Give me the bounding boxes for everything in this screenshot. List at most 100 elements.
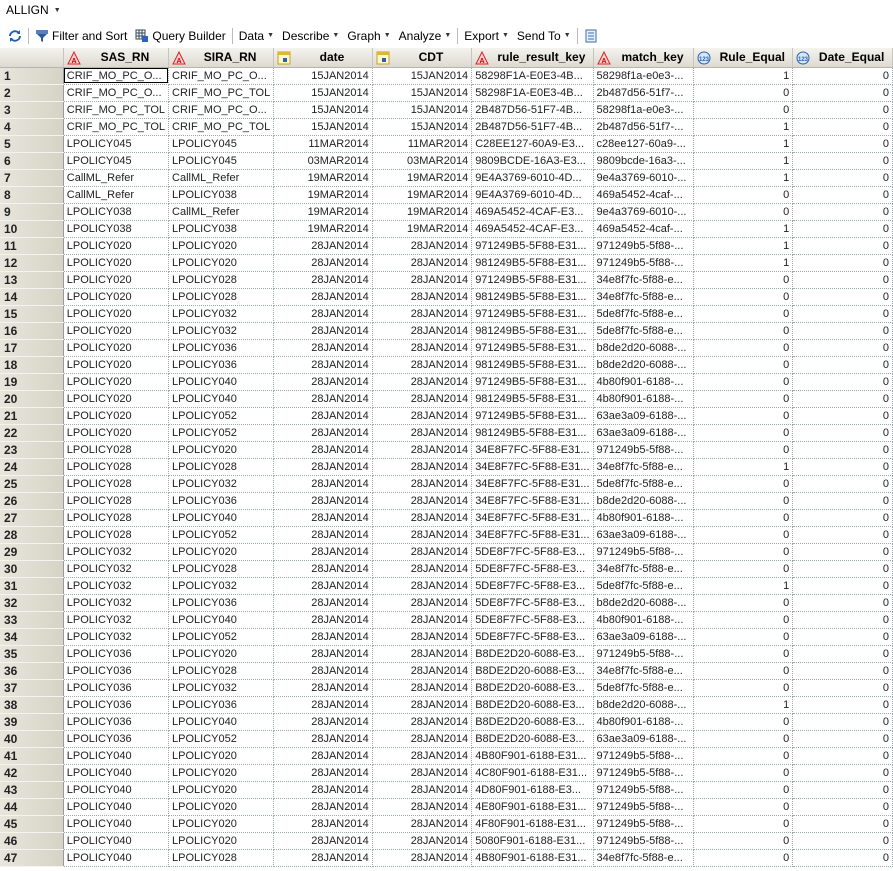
cell-match-key[interactable]: 4b80f901-6188-...: [593, 390, 695, 408]
cell-match-key[interactable]: 58298f1a-e0e3-...: [593, 101, 695, 119]
row-number[interactable]: 38: [0, 696, 64, 714]
row-number[interactable]: 36: [0, 662, 64, 680]
cell-sira-rn[interactable]: LPOLICY028: [168, 271, 275, 289]
cell-cdt[interactable]: 28JAN2014: [372, 594, 473, 612]
cell-rule-equal[interactable]: 0: [693, 798, 794, 816]
cell-date[interactable]: 15JAN2014: [273, 67, 373, 85]
cell-cdt[interactable]: 28JAN2014: [372, 645, 473, 663]
cell-match-key[interactable]: 971249b5-5f88-...: [593, 254, 695, 272]
cell-date-equal[interactable]: 0: [792, 543, 893, 561]
cell-rule-equal[interactable]: 0: [693, 679, 794, 697]
cell-date[interactable]: 28JAN2014: [273, 390, 373, 408]
row-number[interactable]: 13: [0, 271, 64, 289]
cell-date-equal[interactable]: 0: [792, 560, 893, 578]
cell-cdt[interactable]: 15JAN2014: [372, 101, 473, 119]
cell-cdt[interactable]: 28JAN2014: [372, 271, 473, 289]
row-number[interactable]: 31: [0, 577, 64, 595]
cell-cdt[interactable]: 28JAN2014: [372, 815, 473, 833]
cell-rule-equal[interactable]: 0: [693, 203, 794, 221]
cell-sira-rn[interactable]: LPOLICY040: [168, 509, 275, 527]
cell-date-equal[interactable]: 0: [792, 407, 893, 425]
cell-match-key[interactable]: 5de8f7fc-5f88-e...: [593, 679, 695, 697]
column-header-date-equal[interactable]: 123 Date_Equal: [792, 48, 893, 68]
column-header-sas-rn[interactable]: A SAS_RN: [63, 48, 170, 68]
properties-button[interactable]: [580, 29, 602, 43]
cell-date[interactable]: 19MAR2014: [273, 203, 373, 221]
cell-rule-equal[interactable]: 0: [693, 84, 794, 102]
row-number[interactable]: 4: [0, 118, 64, 136]
cell-rule-result-key[interactable]: 971249B5-5F88-E31...: [471, 373, 594, 391]
cell-cdt[interactable]: 28JAN2014: [372, 747, 473, 765]
cell-match-key[interactable]: 63ae3a09-6188-...: [593, 526, 695, 544]
cell-sira-rn[interactable]: LPOLICY040: [168, 713, 275, 731]
cell-sas-rn[interactable]: LPOLICY040: [63, 798, 170, 816]
cell-match-key[interactable]: 469a5452-4caf-...: [593, 220, 695, 238]
cell-rule-result-key[interactable]: 4B80F901-6188-E31...: [471, 747, 594, 765]
cell-date-equal[interactable]: 0: [792, 322, 893, 340]
cell-cdt[interactable]: 28JAN2014: [372, 713, 473, 731]
cell-sas-rn[interactable]: LPOLICY036: [63, 713, 170, 731]
row-number[interactable]: 14: [0, 288, 64, 306]
cell-date-equal[interactable]: 0: [792, 203, 893, 221]
cell-rule-equal[interactable]: 1: [693, 67, 794, 85]
export-menu[interactable]: Export ▼: [460, 29, 513, 43]
cell-sira-rn[interactable]: LPOLICY020: [168, 747, 275, 765]
row-number[interactable]: 20: [0, 390, 64, 408]
cell-rule-result-key[interactable]: 5080F901-6188-E31...: [471, 832, 594, 850]
cell-sas-rn[interactable]: LPOLICY040: [63, 764, 170, 782]
cell-rule-result-key[interactable]: B8DE2D20-6088-E3...: [471, 679, 594, 697]
cell-rule-equal[interactable]: 0: [693, 271, 794, 289]
cell-match-key[interactable]: 971249b5-5f88-...: [593, 543, 695, 561]
cell-rule-equal[interactable]: 0: [693, 815, 794, 833]
cell-sas-rn[interactable]: LPOLICY028: [63, 526, 170, 544]
cell-rule-equal[interactable]: 0: [693, 849, 794, 867]
cell-sas-rn[interactable]: LPOLICY032: [63, 560, 170, 578]
cell-cdt[interactable]: 28JAN2014: [372, 288, 473, 306]
cell-date[interactable]: 28JAN2014: [273, 492, 373, 510]
row-number[interactable]: 24: [0, 458, 64, 476]
cell-cdt[interactable]: 28JAN2014: [372, 356, 473, 374]
cell-sas-rn[interactable]: LPOLICY020: [63, 339, 170, 357]
row-number[interactable]: 29: [0, 543, 64, 561]
cell-sira-rn[interactable]: LPOLICY028: [168, 458, 275, 476]
cell-date[interactable]: 28JAN2014: [273, 628, 373, 646]
cell-date-equal[interactable]: 0: [792, 798, 893, 816]
cell-rule-equal[interactable]: 0: [693, 543, 794, 561]
cell-sas-rn[interactable]: LPOLICY020: [63, 288, 170, 306]
cell-sas-rn[interactable]: LPOLICY020: [63, 407, 170, 425]
cell-sas-rn[interactable]: LPOLICY040: [63, 832, 170, 850]
cell-rule-result-key[interactable]: 4F80F901-6188-E31...: [471, 815, 594, 833]
cell-date-equal[interactable]: 0: [792, 135, 893, 153]
cell-sira-rn[interactable]: LPOLICY020: [168, 815, 275, 833]
cell-date-equal[interactable]: 0: [792, 764, 893, 782]
cell-rule-result-key[interactable]: 5DE8F7FC-5F88-E3...: [471, 560, 594, 578]
cell-sas-rn[interactable]: LPOLICY038: [63, 220, 170, 238]
cell-sira-rn[interactable]: LPOLICY036: [168, 594, 275, 612]
cell-match-key[interactable]: 34e8f7fc-5f88-e...: [593, 560, 695, 578]
cell-date-equal[interactable]: 0: [792, 169, 893, 187]
cell-rule-equal[interactable]: 0: [693, 645, 794, 663]
cell-sira-rn[interactable]: LPOLICY036: [168, 339, 275, 357]
cell-rule-result-key[interactable]: 5DE8F7FC-5F88-E3...: [471, 628, 594, 646]
cell-rule-equal[interactable]: 1: [693, 696, 794, 714]
cell-match-key[interactable]: 5de8f7fc-5f88-e...: [593, 322, 695, 340]
cell-match-key[interactable]: 34e8f7fc-5f88-e...: [593, 458, 695, 476]
cell-date[interactable]: 28JAN2014: [273, 747, 373, 765]
cell-rule-result-key[interactable]: 5DE8F7FC-5F88-E3...: [471, 611, 594, 629]
cell-sas-rn[interactable]: LPOLICY020: [63, 254, 170, 272]
cell-sira-rn[interactable]: CallML_Refer: [168, 169, 275, 187]
cell-date[interactable]: 19MAR2014: [273, 169, 373, 187]
cell-rule-result-key[interactable]: 5DE8F7FC-5F88-E3...: [471, 594, 594, 612]
cell-date[interactable]: 28JAN2014: [273, 730, 373, 748]
cell-rule-equal[interactable]: 1: [693, 118, 794, 136]
row-number[interactable]: 19: [0, 373, 64, 391]
cell-sas-rn[interactable]: LPOLICY036: [63, 696, 170, 714]
cell-rule-equal[interactable]: 0: [693, 390, 794, 408]
cell-cdt[interactable]: 28JAN2014: [372, 390, 473, 408]
row-number[interactable]: 8: [0, 186, 64, 204]
cell-date[interactable]: 28JAN2014: [273, 662, 373, 680]
cell-match-key[interactable]: 971249b5-5f88-...: [593, 798, 695, 816]
cell-rule-equal[interactable]: 0: [693, 662, 794, 680]
cell-sas-rn[interactable]: LPOLICY036: [63, 730, 170, 748]
column-header-sira-rn[interactable]: A SIRA_RN: [168, 48, 275, 68]
